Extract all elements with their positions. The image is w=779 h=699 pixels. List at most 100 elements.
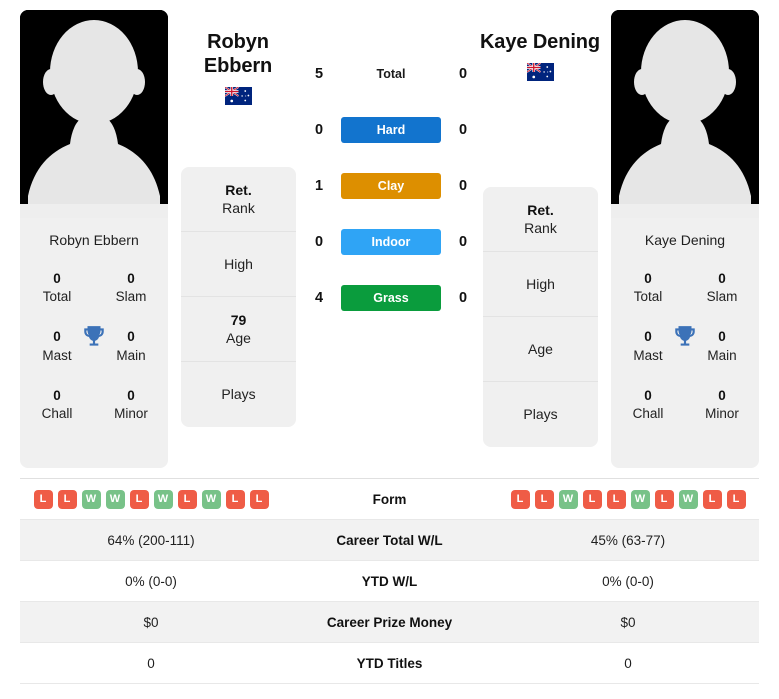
form-badge-l: L [510, 489, 530, 509]
title-slam-left: 0 Slam [100, 270, 162, 306]
title-label: Chall [632, 406, 664, 422]
australia-flag-icon [224, 87, 252, 105]
form-badge-l: L [606, 489, 626, 509]
title-value: 0 [718, 271, 726, 286]
title-mast-right: 0 Mast [617, 328, 679, 364]
title-label: Mast [633, 347, 663, 363]
row-left-value: 0 [147, 655, 155, 671]
player-name-left-line1: Robyn [207, 31, 269, 53]
player-name-right-line1: Kaye Dening [479, 31, 601, 53]
row-left-value: 0% (0-0) [125, 573, 177, 589]
table-row-ytd-titles: 0 YTD Titles 0 [20, 643, 759, 684]
info-value: Ret. [225, 181, 252, 198]
row-label: Career Prize Money [326, 614, 453, 630]
flag-glyph [224, 87, 252, 105]
table-row-prize-money: $0 Career Prize Money $0 [20, 602, 759, 643]
info-plays-right: Plays [483, 382, 598, 447]
info-value: 79 [230, 311, 247, 328]
h2h-surface-cell: Clay [335, 173, 447, 199]
row-right-value: 0% (0-0) [602, 573, 654, 589]
form-badge-l: L [249, 489, 269, 509]
title-minor-right: 0 Minor [691, 387, 753, 423]
form-badge-w: W [81, 489, 101, 509]
info-value: Ret. [527, 201, 554, 218]
title-value: 0 [644, 387, 652, 403]
title-value: 0 [53, 387, 61, 403]
info-label: High [224, 255, 253, 272]
title-total-right: 0 Total [617, 270, 679, 306]
title-value: 0 [718, 387, 726, 403]
info-label: Age [528, 340, 553, 357]
title-chall-left: 0 Chall [26, 387, 88, 423]
row-label: Career Total W/L [336, 532, 443, 548]
info-label: Plays [523, 406, 558, 423]
titles-row: 0 Chall 0 Minor [26, 387, 162, 423]
form-left: LLWWLWLWLL [20, 489, 282, 509]
title-value: 0 [644, 329, 652, 345]
form-badge-l: L [225, 489, 245, 509]
player-panel-left: Robyn Ebbern 0 Total 0 Slam 0 Mast 0 Mai… [20, 218, 168, 468]
player-silhouette-icon [20, 10, 168, 218]
player-silhouette-icon [611, 10, 759, 218]
table-row-ytd-wl: 0% (0-0) YTD W/L 0% (0-0) [20, 561, 759, 602]
title-minor-left: 0 Minor [100, 387, 162, 423]
info-card-right: Ret. Rank High Age Plays [483, 187, 598, 447]
title-label: Total [42, 289, 72, 305]
info-rank-right: Ret. Rank [483, 187, 598, 252]
form-badge-l: L [654, 489, 674, 509]
titles-grid-right: 0 Total 0 Slam 0 Mast 0 Main 0 Chall 0 M… [611, 270, 759, 423]
player-panel-right: Kaye Dening 0 Total 0 Slam 0 Mast 0 Main… [611, 218, 759, 468]
info-label: Rank [222, 200, 255, 216]
title-label: Chall [41, 406, 73, 422]
table-row-form: LLWWLWLWLL Form LLWLLWLWLL [20, 479, 759, 520]
title-label: Slam [706, 289, 738, 305]
titles-row: 0 Chall 0 Minor [617, 387, 753, 423]
titles-grid-left: 0 Total 0 Slam 0 Mast 0 Main 0 Chall 0 M… [20, 270, 168, 423]
title-label: Main [707, 347, 737, 363]
h2h-surface-cell: Hard [335, 117, 447, 143]
form-badge-l: L [534, 489, 554, 509]
h2h-surface-cell: Indoor [335, 229, 447, 255]
form-badge-w: W [678, 489, 698, 509]
surface-pill-clay: Clay [341, 173, 441, 199]
info-high-left: High [181, 232, 296, 297]
row-right-value: 0 [624, 655, 632, 671]
title-main-right: 0 Main [691, 328, 753, 364]
surface-pill-indoor: Indoor [341, 229, 441, 255]
title-label: Total [633, 289, 663, 305]
h2h-row-clay: 1 Clay 0 [303, 172, 479, 200]
headline-left: Robyn Ebbern [158, 30, 318, 105]
row-label: YTD Titles [356, 655, 423, 671]
h2h-right-score: 0 [458, 122, 468, 138]
h2h-left-score: 0 [314, 122, 324, 138]
title-value: 0 [127, 387, 135, 403]
row-right-value: $0 [620, 614, 636, 630]
form-strip-right: LLWLLWLWLL [497, 489, 759, 509]
form-badge-w: W [153, 489, 173, 509]
row-right-value: 45% (63-77) [590, 532, 666, 548]
form-badge-w: W [105, 489, 125, 509]
title-value: 0 [644, 271, 652, 286]
form-badge-w: W [201, 489, 221, 509]
title-value: 0 [53, 271, 61, 286]
h2h-left-score: 4 [314, 290, 324, 306]
h2h-surface-cell: Grass [335, 285, 447, 311]
row-label: YTD W/L [361, 573, 418, 589]
form-badge-l: L [177, 489, 197, 509]
surface-pill-grass: Grass [341, 285, 441, 311]
trophy-icon [672, 324, 698, 350]
h2h-left-score: 0 [314, 234, 324, 250]
head-to-head-panel: 5 Total 0 0 Hard 0 1 Clay 0 0 Indoor 0 4… [303, 60, 479, 312]
h2h-total-label: Total [376, 67, 406, 81]
info-card-left: Ret. Rank High 79 Age Plays [181, 167, 296, 427]
avatar-left [20, 10, 168, 218]
info-age-right: Age [483, 317, 598, 382]
h2h-row-hard: 0 Hard 0 [303, 116, 479, 144]
h2h-right-score: 0 [458, 178, 468, 194]
form-badge-l: L [57, 489, 77, 509]
player-panel-name-left: Robyn Ebbern [49, 232, 139, 248]
title-chall-right: 0 Chall [617, 387, 679, 423]
trophy-glyph [675, 326, 695, 346]
h2h-row-indoor: 0 Indoor 0 [303, 228, 479, 256]
info-label: Rank [524, 220, 557, 236]
